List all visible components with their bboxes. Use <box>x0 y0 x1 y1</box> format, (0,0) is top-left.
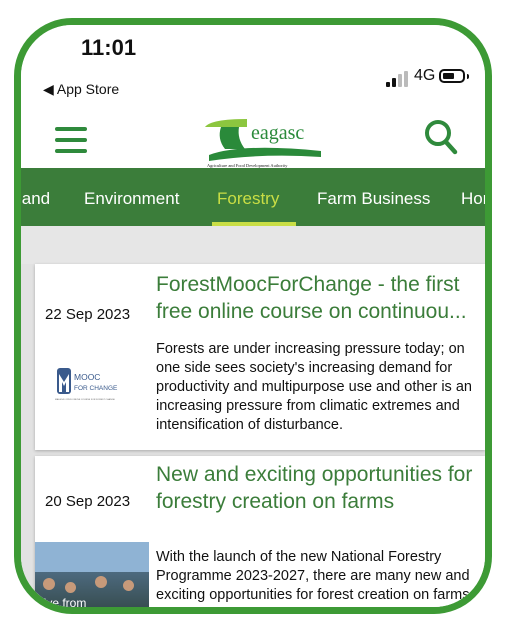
thumb-caption: Live from <box>37 596 87 610</box>
teagasc-logo-icon: eagasc Agriculture and Food Development … <box>205 119 321 168</box>
thumb-person <box>43 578 55 590</box>
article-list: 22 Sep 2023 ForestMoocForChange - the fi… <box>21 264 485 614</box>
article-card[interactable]: 22 Sep 2023 ForestMoocForChange - the fi… <box>35 264 485 450</box>
status-bar: 11:01 ◀ App Store 4G <box>21 25 485 111</box>
tab-farm-business[interactable]: Farm Business <box>317 189 430 209</box>
article-date: 20 Sep 2023 <box>45 493 131 510</box>
hamburger-menu-icon[interactable] <box>55 127 87 153</box>
ploughing-thumbnail: Live from oughing2023 <box>35 542 149 614</box>
search-icon <box>425 120 458 155</box>
category-tabs: land Environment Forestry Farm Business … <box>21 168 485 226</box>
thumb-caption: oughing2023 <box>35 610 104 614</box>
logo-wordmark: eagasc <box>251 122 304 144</box>
article-card[interactable]: 20 Sep 2023 New and exciting opportuniti… <box>35 456 485 614</box>
article-title[interactable]: New and exciting opportunities for fores… <box>156 461 481 515</box>
mooc-tagline: MASSIVE OPEN ONLINE COURSE FOR FOREST CH… <box>55 398 115 401</box>
article-description: Forests are under increasing pressure to… <box>156 341 472 433</box>
signal-icon <box>386 71 408 87</box>
search-button[interactable] <box>423 117 459 157</box>
phone-frame: 11:01 ◀ App Store 4G eagasc Agriculture … <box>14 18 492 614</box>
thumb-sky <box>35 542 149 572</box>
spacer-band <box>21 226 485 264</box>
tab-horticulture[interactable]: Horti <box>461 189 485 209</box>
thumb-person <box>95 576 107 588</box>
tab-forestry[interactable]: Forestry <box>217 189 279 209</box>
for-change-text: FOR CHANGE <box>74 385 118 392</box>
tab-land[interactable]: land <box>21 189 50 209</box>
teagasc-logo[interactable]: eagasc Agriculture and Food Development … <box>201 113 331 169</box>
status-time: 11:01 <box>81 35 137 60</box>
battery-icon <box>439 69 469 83</box>
mooc-logo-thumbnail: MOOC FOR CHANGE MASSIVE OPEN ONLINE COUR… <box>55 368 118 401</box>
back-to-app-store-link[interactable]: ◀ App Store <box>43 81 119 98</box>
thumb-person <box>65 582 76 593</box>
article-title[interactable]: ForestMoocForChange - the first free onl… <box>156 271 481 325</box>
mooc-text: MOOC <box>74 372 100 382</box>
article-description: With the launch of the new National Fore… <box>156 549 474 603</box>
tab-environment[interactable]: Environment <box>84 189 179 209</box>
article-date: 22 Sep 2023 <box>45 306 131 323</box>
thumb-person <box>123 580 134 591</box>
network-label: 4G <box>414 67 436 84</box>
